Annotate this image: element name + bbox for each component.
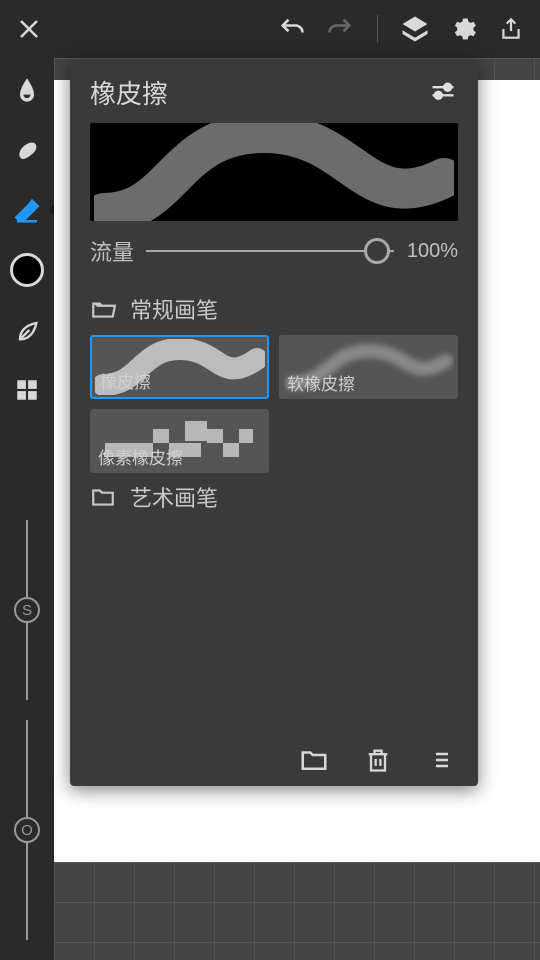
color-swatch[interactable] xyxy=(9,252,45,288)
smudge-tool-icon[interactable] xyxy=(9,132,45,168)
close-icon[interactable] xyxy=(14,14,44,44)
top-toolbar xyxy=(0,0,540,58)
panel-title: 橡皮擦 xyxy=(90,74,168,111)
sliders-icon[interactable] xyxy=(428,78,458,108)
preset-grid: 橡皮擦 软橡皮擦 像素橡皮擦 xyxy=(90,335,458,473)
pen-tool-icon[interactable] xyxy=(9,72,45,108)
folder-icon xyxy=(90,484,116,510)
folder-art-label: 艺术画笔 xyxy=(130,481,218,513)
size-slider[interactable]: S xyxy=(14,520,40,700)
redo-icon[interactable] xyxy=(325,14,355,44)
preset-label: 像素橡皮擦 xyxy=(98,444,183,469)
size-slider-handle[interactable]: S xyxy=(14,597,40,623)
folder-common-label: 常规画笔 xyxy=(130,293,218,325)
share-icon[interactable] xyxy=(496,14,526,44)
folder-action-icon[interactable] xyxy=(298,744,330,776)
eraser-tool-icon[interactable] xyxy=(9,192,45,228)
gear-icon[interactable] xyxy=(448,14,478,44)
preset-eraser[interactable]: 橡皮擦 xyxy=(90,335,269,399)
preset-label: 软橡皮擦 xyxy=(287,370,355,395)
eraser-panel: 橡皮擦 流量 100% 常规画笔 橡皮擦 软橡皮擦 xyxy=(70,60,478,786)
grid-tool-icon[interactable] xyxy=(9,372,45,408)
brush-preview xyxy=(90,123,458,221)
menu-icon[interactable] xyxy=(426,744,458,776)
folder-common[interactable]: 常规画笔 xyxy=(90,293,458,325)
folder-open-icon xyxy=(90,296,116,322)
preset-label: 橡皮擦 xyxy=(100,368,151,393)
opacity-slider[interactable]: O xyxy=(14,720,40,940)
flow-label: 流量 xyxy=(90,235,134,267)
trash-icon[interactable] xyxy=(362,744,394,776)
opacity-slider-handle[interactable]: O xyxy=(14,817,40,843)
layers-icon[interactable] xyxy=(400,14,430,44)
flow-value: 100% xyxy=(406,240,458,263)
preset-pixel-eraser[interactable]: 像素橡皮擦 xyxy=(90,409,269,473)
folder-art[interactable]: 艺术画笔 xyxy=(90,481,458,513)
flow-slider[interactable] xyxy=(146,238,394,264)
leaf-tool-icon[interactable] xyxy=(9,312,45,348)
undo-icon[interactable] xyxy=(277,14,307,44)
canvas-grid-bottom xyxy=(54,862,540,960)
separator xyxy=(377,15,378,43)
flow-slider-thumb[interactable] xyxy=(364,238,390,264)
preset-soft-eraser[interactable]: 软橡皮擦 xyxy=(279,335,458,399)
